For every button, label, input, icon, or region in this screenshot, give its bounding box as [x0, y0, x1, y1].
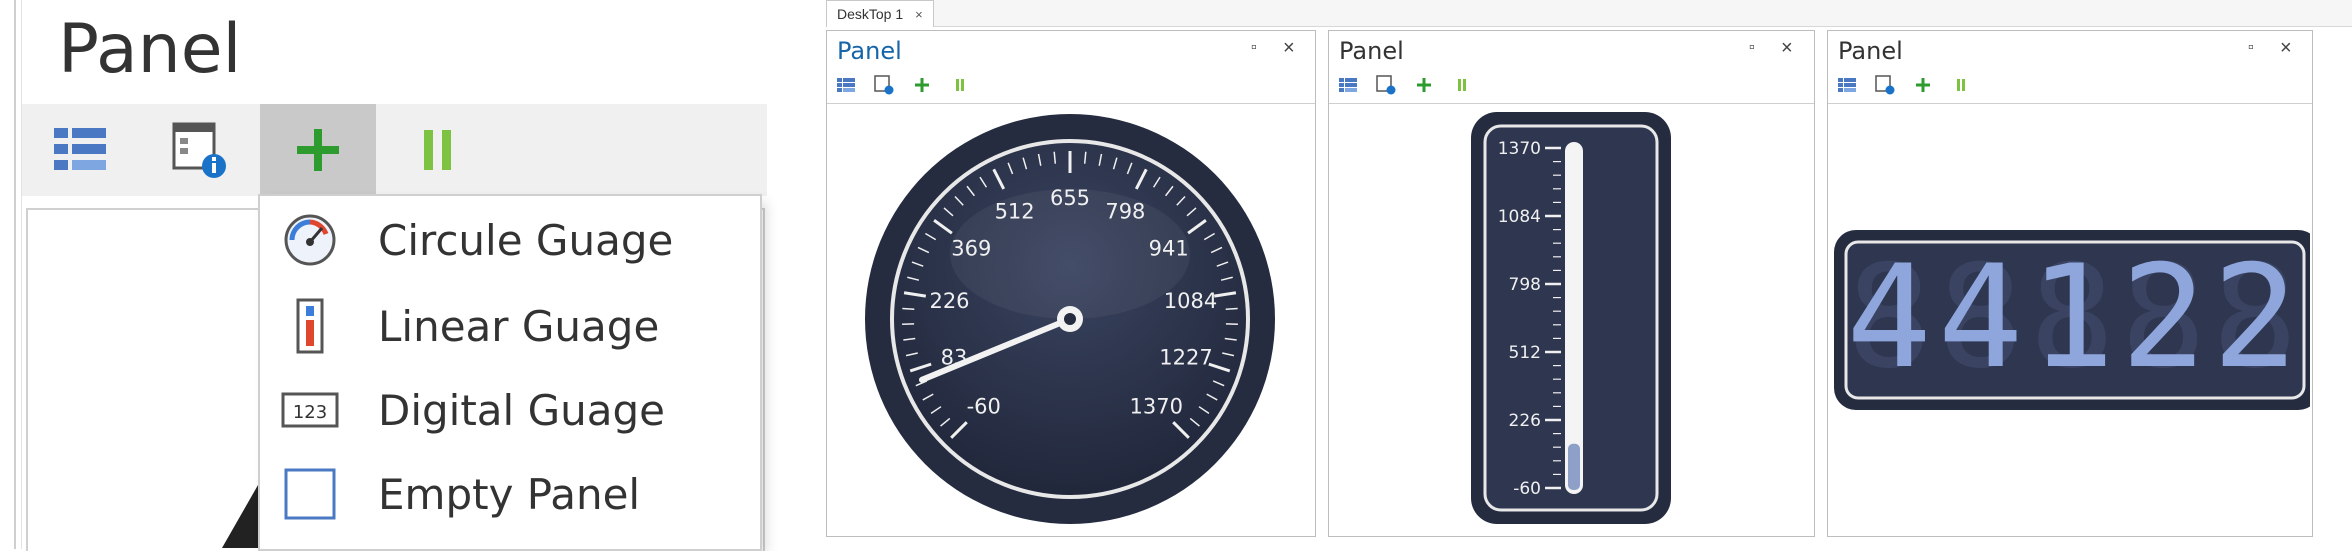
panel-toolbar — [827, 71, 1315, 99]
linear-tick-label: 1084 — [1498, 207, 1541, 227]
gauge-minor-tick — [1226, 308, 1238, 309]
digital-gauge-icon: 123 — [280, 390, 340, 430]
plus-icon — [1915, 77, 1931, 93]
gauge-tick-label: 1370 — [1130, 394, 1183, 418]
panel-title: Panel — [837, 37, 902, 65]
layout-button[interactable] — [22, 104, 138, 196]
panel-info-icon — [874, 75, 894, 95]
gauge-tick-label: 369 — [951, 236, 991, 260]
window-border-inner — [21, 0, 22, 549]
panel-linear-gauge: Panel ▫ × 1370 1084 798 512 226 -60 — [1328, 30, 1815, 537]
maximize-icon[interactable]: ▫ — [1749, 39, 1755, 57]
menu-item-empty-panel[interactable]: Empty Panel — [260, 452, 760, 536]
panel-info-icon — [170, 120, 230, 180]
desktop-view: DeskTop 1 × Panel ▫ × — [826, 0, 2352, 549]
layout-icon — [1838, 77, 1856, 93]
gauge-tick-label: 798 — [1105, 199, 1145, 223]
digital-gauge: 88888 44122 — [1828, 104, 2310, 536]
svg-text:123: 123 — [293, 402, 327, 423]
empty-panel-icon — [283, 467, 337, 521]
linear-tick-label: 1370 — [1498, 139, 1541, 159]
window-border — [14, 0, 16, 549]
gauge-tick-label: 226 — [929, 289, 969, 313]
tab-label: DeskTop 1 — [837, 6, 903, 22]
plus-icon — [293, 125, 343, 175]
layout-icon — [1339, 77, 1357, 93]
panel-info-icon — [1376, 75, 1396, 95]
panel-info-button[interactable] — [1367, 71, 1405, 99]
linear-gauge-tube — [1565, 142, 1583, 494]
pause-button[interactable] — [380, 104, 496, 196]
panel-circle-gauge: Panel ▫ × -608322636951265579894 — [826, 30, 1316, 537]
tab-desktop-1[interactable]: DeskTop 1 × — [826, 0, 934, 27]
linear-tick-label: 798 — [1509, 275, 1541, 295]
pause-icon — [954, 77, 966, 93]
gauge-tick-label: 1084 — [1164, 289, 1217, 313]
gauge-fragment — [222, 478, 262, 548]
panel-title: Panel — [1339, 37, 1404, 65]
linear-gauge-icon — [295, 298, 325, 354]
layout-button[interactable] — [1329, 71, 1367, 99]
close-icon[interactable]: × — [1283, 37, 1295, 60]
panel-digital-gauge: Panel ▫ × 88888 44122 — [1827, 30, 2313, 537]
menu-item-label: Linear Guage — [378, 302, 659, 351]
linear-tick-label: 226 — [1509, 411, 1541, 431]
tab-close-icon[interactable]: × — [915, 7, 923, 22]
desktop-tab-strip — [826, 0, 2352, 27]
maximize-icon[interactable]: ▫ — [2248, 39, 2254, 57]
panel-title: Panel — [1838, 37, 1903, 65]
close-icon[interactable]: × — [1781, 37, 1793, 60]
menu-item-label: Circule Guage — [378, 216, 673, 265]
linear-tick-label: -60 — [1513, 479, 1541, 499]
panel-toolbar — [1329, 71, 1814, 99]
pause-button[interactable] — [941, 71, 979, 99]
panel-content: 88888 44122 — [1828, 103, 2312, 536]
layout-button[interactable] — [827, 71, 865, 99]
plus-icon — [1416, 77, 1432, 93]
gauge-needle-hub-center — [1064, 313, 1076, 325]
plus-icon — [914, 77, 930, 93]
add-button[interactable] — [903, 71, 941, 99]
layout-icon — [837, 77, 855, 93]
panel-title: Panel — [58, 10, 241, 89]
digital-gauge-value: 44122 — [1846, 235, 2303, 400]
circle-gauge-icon — [282, 212, 338, 268]
panel-info-button[interactable] — [865, 71, 903, 99]
layout-button[interactable] — [1828, 71, 1866, 99]
menu-item-label: Empty Panel — [378, 470, 640, 519]
circle-gauge: -6083226369512655798941108412271370 — [827, 104, 1313, 536]
gauge-tick-label: 512 — [995, 199, 1035, 223]
panel-content: -6083226369512655798941108412271370 — [827, 103, 1315, 536]
menu-item-linear-gauge[interactable]: Linear Guage — [260, 284, 760, 368]
linear-gauge: 1370 1084 798 512 226 -60 — [1329, 104, 1812, 536]
add-button[interactable] — [1904, 71, 1942, 99]
panel-info-icon — [1875, 75, 1895, 95]
zoomed-panel-view: Panel — [0, 0, 770, 549]
pause-button[interactable] — [1942, 71, 1980, 99]
gauge-tick-label: 655 — [1050, 186, 1090, 210]
pause-icon — [1456, 77, 1468, 93]
gauge-minor-tick — [902, 308, 914, 309]
panel-toolbar — [1828, 71, 2312, 99]
linear-gauge-fill — [1568, 444, 1580, 490]
pause-icon — [1955, 77, 1967, 93]
add-button[interactable] — [1405, 71, 1443, 99]
menu-item-circle-gauge[interactable]: Circule Guage — [260, 198, 760, 282]
pause-icon — [418, 125, 458, 175]
linear-tick-label: 512 — [1509, 343, 1541, 363]
add-button[interactable] — [260, 104, 376, 196]
close-icon[interactable]: × — [2280, 37, 2292, 60]
menu-item-label: Digital Guage — [378, 386, 665, 435]
pause-button[interactable] — [1443, 71, 1481, 99]
panel-info-button[interactable] — [142, 104, 258, 196]
panel-content: 1370 1084 798 512 226 -60 — [1329, 103, 1814, 536]
maximize-icon[interactable]: ▫ — [1251, 39, 1257, 57]
add-dropdown-menu: Circule Guage Linear Guage 123 Digital G… — [260, 196, 760, 549]
gauge-tick-label: 941 — [1149, 236, 1189, 260]
layout-icon — [52, 125, 108, 175]
gauge-tick-label: -60 — [967, 394, 1001, 418]
menu-item-digital-gauge[interactable]: 123 Digital Guage — [260, 368, 760, 452]
panel-info-button[interactable] — [1866, 71, 1904, 99]
gauge-tick-label: 1227 — [1159, 346, 1212, 370]
